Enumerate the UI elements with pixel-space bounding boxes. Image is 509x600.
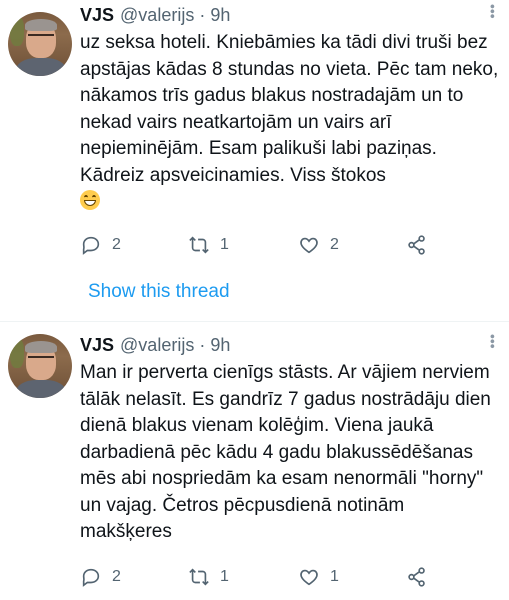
action-bar: 2 1 2 xyxy=(80,230,480,260)
tweet-content: VJS @valerijs · 9h ••• uz seksa hoteli. … xyxy=(80,0,501,265)
reply-count: 2 xyxy=(112,568,121,585)
timestamp[interactable]: 9h xyxy=(210,5,230,26)
retweet-button[interactable]: 1 xyxy=(188,566,229,588)
reply-button[interactable]: 2 xyxy=(80,566,121,588)
grinning-face-emoji xyxy=(80,190,100,210)
retweet-count: 1 xyxy=(220,236,229,253)
tweet-text-body: uz seksa hoteli. Kniebāmies ka tādi divi… xyxy=(80,32,504,186)
reply-count: 2 xyxy=(112,236,121,253)
share-button[interactable] xyxy=(406,566,428,588)
author-name[interactable]: VJS xyxy=(80,5,114,26)
like-icon xyxy=(300,569,318,586)
like-button[interactable]: 1 xyxy=(298,566,339,588)
retweet-icon xyxy=(189,568,209,586)
more-icon[interactable]: ••• xyxy=(485,4,501,19)
tweet-text: Man ir perverta cienīgs stāsts. Ar vājie… xyxy=(80,362,497,542)
like-button[interactable]: 2 xyxy=(298,234,339,256)
reply-icon xyxy=(82,568,100,587)
separator: · xyxy=(199,334,206,355)
tweet[interactable]: VJS @valerijs · 9h ••• Man ir perverta c… xyxy=(0,322,509,600)
retweet-icon xyxy=(189,236,209,254)
author-handle[interactable]: @valerijs xyxy=(120,5,194,26)
tweet-text: uz seksa hoteli. Kniebāmies ka tādi divi… xyxy=(80,30,501,216)
avatar-column xyxy=(8,0,80,265)
tweet-header: VJS @valerijs · 9h xyxy=(80,2,501,28)
show-thread-link-row: Show this thread xyxy=(0,265,509,321)
more-icon[interactable]: ••• xyxy=(485,334,501,349)
share-button[interactable] xyxy=(406,234,428,256)
like-count: 1 xyxy=(330,568,339,585)
timestamp[interactable]: 9h xyxy=(210,335,230,356)
like-count: 2 xyxy=(330,236,339,253)
share-icon xyxy=(408,235,425,255)
author-name[interactable]: VJS xyxy=(80,335,114,356)
retweet-count: 1 xyxy=(220,568,229,585)
tweet-content: VJS @valerijs · 9h ••• Man ir perverta c… xyxy=(80,322,501,600)
avatar-column xyxy=(8,322,80,600)
author-handle[interactable]: @valerijs xyxy=(120,335,194,356)
avatar[interactable] xyxy=(8,334,72,398)
tweet[interactable]: VJS @valerijs · 9h ••• uz seksa hoteli. … xyxy=(0,0,509,265)
reply-button[interactable]: 2 xyxy=(80,234,121,256)
retweet-button[interactable]: 1 xyxy=(188,234,229,256)
avatar[interactable] xyxy=(8,12,72,76)
separator: · xyxy=(199,4,206,25)
tweet-header: VJS @valerijs · 9h xyxy=(80,332,501,358)
share-icon xyxy=(408,567,425,587)
reply-icon xyxy=(82,236,100,255)
like-icon xyxy=(300,237,318,254)
action-bar: 2 1 1 xyxy=(80,562,480,592)
show-thread-link[interactable]: Show this thread xyxy=(88,281,230,303)
